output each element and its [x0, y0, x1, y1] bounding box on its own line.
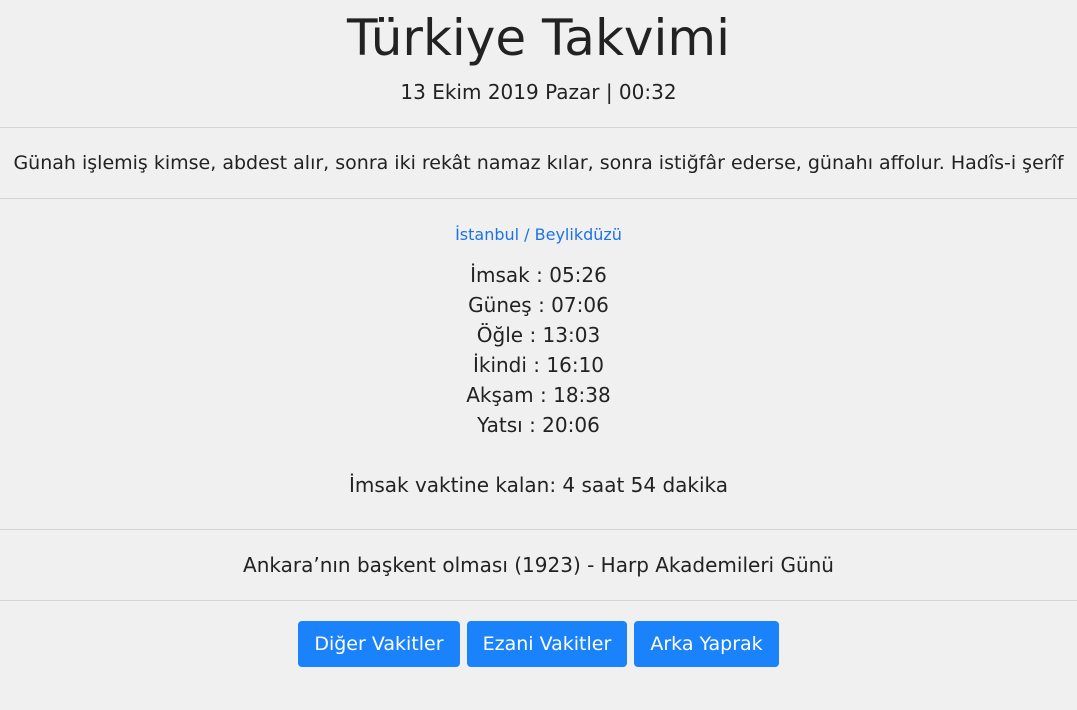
location-link[interactable]: İstanbul / Beylikdüzü	[455, 224, 622, 246]
button-bar: Diğer Vakitler Ezani Vakitler Arka Yapra…	[0, 601, 1077, 667]
prayer-time-yatsi: Yatsı : 20:06	[477, 413, 600, 437]
prayer-times-section: İstanbul / Beylikdüzü İmsak : 05:26 Güne…	[0, 199, 1077, 530]
prayer-time-ikindi: İkindi : 16:10	[472, 353, 605, 377]
day-event: Ankara’nın başkent olması (1923) - Harp …	[0, 530, 1077, 601]
page-title: Türkiye Takvimi	[347, 9, 730, 67]
prayer-time-gunes: Güneş : 07:06	[468, 293, 609, 317]
other-times-button[interactable]: Diğer Vakitler	[298, 621, 460, 667]
header: Türkiye Takvimi 13 Ekim 2019 Pazar | 00:…	[0, 0, 1077, 128]
prayer-times-list: İmsak : 05:26 Güneş : 07:06 Öğle : 13:03…	[0, 260, 1077, 440]
prayer-time-imsak: İmsak : 05:26	[470, 263, 607, 287]
page: Türkiye Takvimi 13 Ekim 2019 Pazar | 00:…	[0, 0, 1077, 710]
prayer-time-ogle: Öğle : 13:03	[476, 323, 601, 347]
hadith-quote: Günah işlemiş kimse, abdest alır, sonra …	[0, 128, 1077, 199]
back-page-button[interactable]: Arka Yaprak	[634, 621, 779, 667]
remaining-time: İmsak vaktine kalan: 4 saat 54 dakika	[348, 473, 729, 497]
prayer-time-aksam: Akşam : 18:38	[466, 383, 611, 407]
date-time: 13 Ekim 2019 Pazar | 00:32	[400, 80, 677, 104]
ezani-times-button[interactable]: Ezani Vakitler	[466, 621, 628, 667]
